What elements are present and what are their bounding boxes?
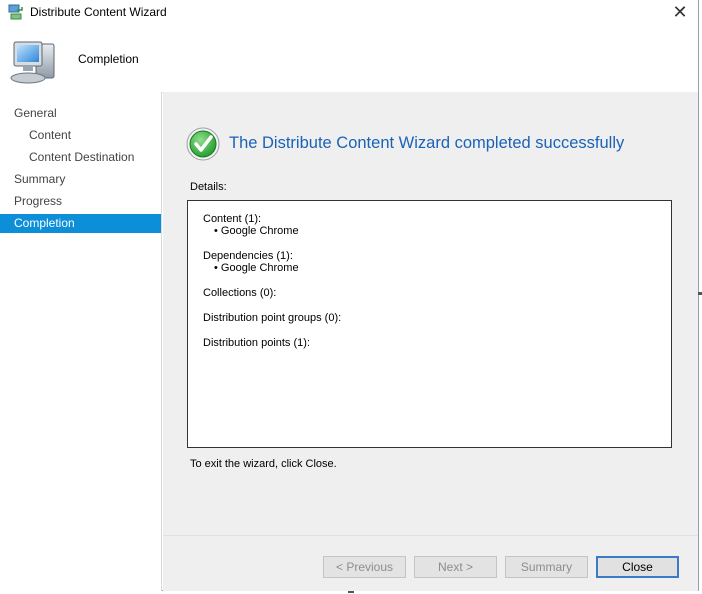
next-button[interactable]: Next > (414, 556, 497, 578)
collections-line: Collections (0): (203, 287, 277, 299)
exit-instruction: To exit the wizard, click Close. (190, 458, 337, 470)
resize-handle (698, 292, 702, 295)
wizard-nav: General Content Content Destination Summ… (0, 92, 162, 591)
computer-icon (10, 41, 55, 84)
success-check-icon (186, 127, 220, 161)
details-box: Content (1): • Google Chrome Dependencie… (187, 200, 672, 448)
nav-item-general[interactable]: General (0, 104, 161, 123)
divider (163, 535, 698, 536)
dp-groups-line: Distribution point groups (0): (203, 312, 342, 324)
nav-item-completion[interactable]: Completion (0, 214, 161, 233)
wizard-main-panel: The Distribute Content Wizard completed … (163, 92, 698, 591)
dp-line: Distribution points (1): (203, 337, 310, 349)
page-title: Completion (78, 52, 139, 66)
close-button[interactable]: Close (596, 556, 679, 578)
list-item: • Google Chrome (214, 225, 299, 237)
success-message: The Distribute Content Wizard completed … (229, 134, 625, 152)
close-icon: ✕ (672, 2, 688, 22)
content-header: Content (1): (203, 213, 262, 225)
resize-handle (348, 591, 354, 593)
nav-item-content[interactable]: Content (0, 126, 161, 145)
details-label: Details: (190, 181, 227, 193)
list-item: • Google Chrome (214, 262, 299, 274)
wizard-app-icon (8, 4, 23, 20)
nav-item-progress[interactable]: Progress (0, 192, 161, 211)
wizard-window: Distribute Content Wizard ✕ Completion G… (0, 0, 699, 591)
dependencies-header: Dependencies (1): (203, 250, 293, 262)
previous-button[interactable]: < Previous (323, 556, 406, 578)
summary-button[interactable]: Summary (505, 556, 588, 578)
nav-item-summary[interactable]: Summary (0, 170, 161, 189)
title-bar: Distribute Content Wizard ✕ (0, 0, 698, 26)
wizard-header: Completion (0, 26, 698, 93)
window-title: Distribute Content Wizard (30, 5, 167, 19)
close-window-button[interactable]: ✕ (668, 2, 692, 24)
nav-item-content-destination[interactable]: Content Destination (0, 148, 161, 167)
